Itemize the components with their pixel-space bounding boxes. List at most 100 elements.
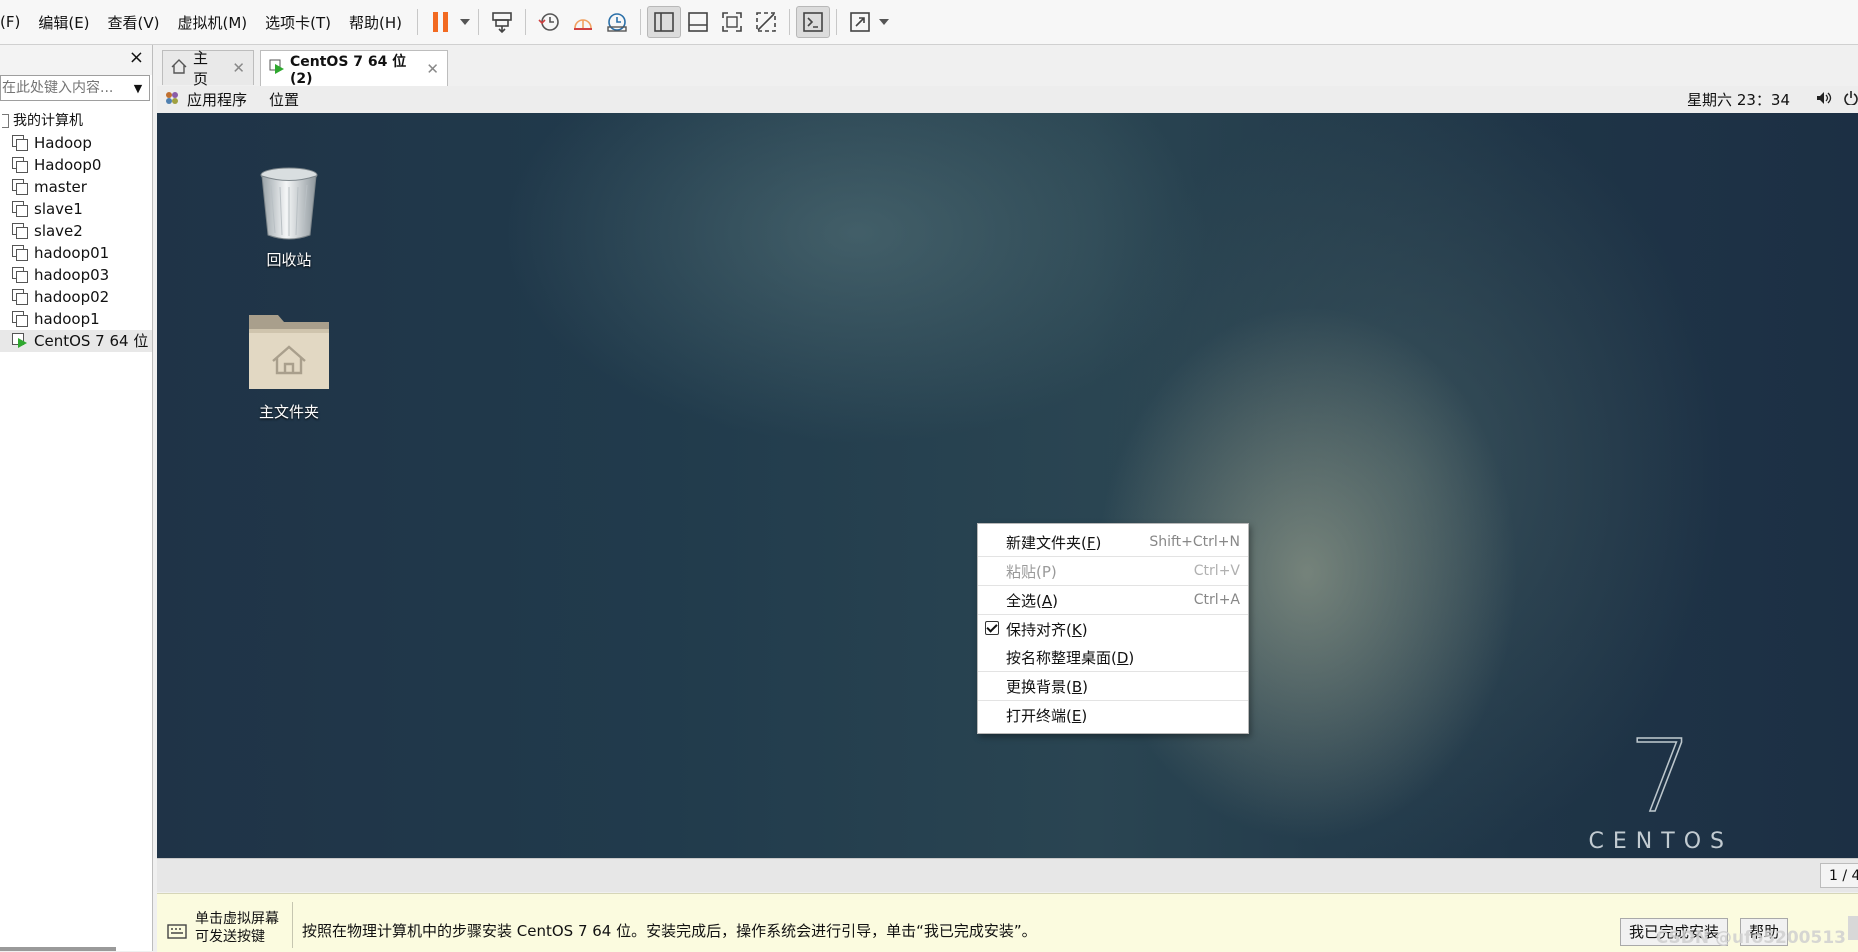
menu-item-label: 打开终端(: [1006, 706, 1072, 725]
library-header: ×: [0, 45, 152, 75]
menu-item-new-folder[interactable]: 新建文件夹(F) Shift+Ctrl+N: [978, 528, 1248, 556]
menu-item-change-background[interactable]: 更换背景(B): [978, 672, 1248, 700]
toolbar-divider: [836, 9, 838, 35]
desktop-context-menu: 新建文件夹(F) Shift+Ctrl+N 粘贴(P) Ctrl+V 全选(A)…: [977, 523, 1249, 734]
tree-item-hadoop02[interactable]: hadoop02: [0, 286, 152, 308]
menu-help[interactable]: 帮助(H): [340, 12, 411, 33]
tree-item-label: Hadoop: [34, 134, 92, 152]
vm-icon: [12, 267, 28, 283]
send-keys-icon[interactable]: [485, 6, 519, 38]
menubar: (F) 编辑(E) 查看(V) 虚拟机(M) 选项卡(T) 帮助(H): [0, 0, 1858, 45]
desktop-icon-trash[interactable]: 回收站: [229, 165, 349, 270]
menu-item-organize-by-name[interactable]: 按名称整理桌面(D): [978, 643, 1248, 671]
tree-item-hadoop01[interactable]: hadoop01: [0, 242, 152, 264]
menu-item-paste[interactable]: 粘贴(P) Ctrl+V: [978, 557, 1248, 585]
toolbar-divider: [789, 9, 791, 35]
volume-icon[interactable]: [1816, 91, 1832, 109]
hint-click-info: 单击虚拟屏幕 可发送按键: [195, 910, 279, 946]
menu-item-keep-aligned[interactable]: 保持对齐(K): [978, 615, 1248, 643]
chevron-down-icon[interactable]: ▼: [128, 82, 148, 95]
tree-expander-icon[interactable]: [2, 114, 9, 128]
view-thumbnail-icon[interactable]: [681, 6, 715, 38]
menu-view[interactable]: 查看(V): [99, 12, 169, 33]
tree-item-label: hadoop01: [34, 244, 110, 262]
vm-icon: [12, 201, 28, 217]
menu-item-shortcut: Shift+Ctrl+N: [1149, 534, 1240, 550]
tab-home[interactable]: 主页 ✕: [162, 49, 254, 88]
checkbox-checked-icon[interactable]: [985, 621, 999, 635]
guest-desktop[interactable]: 回收站 主文件夹 7 CENTOS: [157, 113, 1858, 858]
menu-vm[interactable]: 虚拟机(M): [169, 12, 257, 33]
menu-tabs[interactable]: 选项卡(T): [256, 12, 340, 33]
watermark: CSDN @ufo5200513: [1655, 928, 1846, 948]
menu-item-select-all[interactable]: 全选(A) Ctrl+A: [978, 586, 1248, 614]
vm-running-icon: [269, 59, 285, 79]
tree-item-slave2[interactable]: slave2: [0, 220, 152, 242]
guest-top-panel: 应用程序 位置 星期六 23：34: [157, 86, 1858, 113]
stretch-icon[interactable]: [843, 6, 877, 38]
hint-message: 按照在物理计算机中的步骤安装 CentOS 7 64 位。安装完成后，操作系统会…: [302, 922, 1037, 940]
menu-item-label: 全选(: [1006, 591, 1042, 610]
chevron-down-icon[interactable]: [877, 19, 891, 25]
tree-item-hadoop0[interactable]: Hadoop0: [0, 154, 152, 176]
tab-centos[interactable]: CentOS 7 64 位 (2) ✕: [260, 50, 448, 87]
clock[interactable]: 星期六 23：34: [1687, 89, 1790, 110]
search-input[interactable]: [1, 80, 128, 96]
tree-item-label: master: [34, 178, 87, 196]
snapshot-take-icon[interactable]: [532, 6, 566, 38]
applications-icon: [165, 91, 179, 109]
workspace-indicator[interactable]: 1 / 4: [1820, 863, 1858, 888]
close-icon[interactable]: ✕: [232, 59, 245, 77]
library-search: ▼: [0, 75, 150, 101]
menu-file[interactable]: (F): [0, 13, 29, 31]
tree-item-master[interactable]: master: [0, 176, 152, 198]
menu-item-open-terminal[interactable]: 打开终端(E): [978, 701, 1248, 729]
chevron-down-icon[interactable]: [458, 19, 472, 25]
tree-item-hadoop[interactable]: Hadoop: [0, 132, 152, 154]
places-menu[interactable]: 位置: [269, 89, 299, 110]
toolbar-divider: [525, 9, 527, 35]
snapshot-revert-icon[interactable]: [566, 6, 600, 38]
menu-item-mnemonic: A: [1041, 591, 1053, 610]
vertical-scrollbar[interactable]: [1848, 916, 1858, 940]
keyboard-icon: [167, 922, 187, 944]
tab-label: CentOS 7 64 位 (2): [290, 54, 407, 87]
menu-item-label: 新建文件夹(: [1006, 533, 1087, 552]
menu-item-shortcut: Ctrl+V: [1193, 563, 1240, 579]
tab-label: 主页: [193, 49, 209, 88]
tree-item-label: slave1: [34, 200, 83, 218]
vm-icon: [12, 289, 28, 305]
view-library-icon[interactable]: [647, 6, 682, 38]
horizontal-scrollbar[interactable]: [0, 947, 116, 951]
tree-item-centos[interactable]: CentOS 7 64 位: [0, 330, 152, 352]
toolbar-divider: [417, 9, 419, 35]
pause-icon[interactable]: [424, 6, 458, 38]
power-icon[interactable]: [1844, 90, 1858, 109]
vm-icon: [12, 311, 28, 327]
home-folder-icon: [229, 309, 349, 397]
menu-item-mnemonic: F: [1086, 533, 1096, 552]
menu-item-label: 按名称整理桌面(: [1006, 648, 1117, 667]
tree-root[interactable]: 我的计算机: [0, 110, 152, 132]
menu-edit[interactable]: 编辑(E): [29, 12, 98, 33]
close-icon[interactable]: ×: [129, 47, 144, 68]
desktop-icon-home[interactable]: 主文件夹: [229, 309, 349, 422]
home-icon: [171, 58, 187, 78]
applications-menu[interactable]: 应用程序: [187, 89, 247, 110]
tree-item-hadoop1[interactable]: hadoop1: [0, 308, 152, 330]
unity-icon[interactable]: [749, 6, 783, 38]
tree-item-slave1[interactable]: slave1: [0, 198, 152, 220]
snapshot-manager-icon[interactable]: [600, 6, 634, 38]
tree-item-hadoop03[interactable]: hadoop03: [0, 264, 152, 286]
tree-item-label: Hadoop0: [34, 156, 102, 174]
console-icon[interactable]: [796, 6, 831, 38]
centos-seven: 7: [1628, 718, 1693, 835]
fullscreen-icon[interactable]: [715, 6, 749, 38]
tree-item-label: hadoop03: [34, 266, 110, 284]
menu-item-mnemonic: D: [1116, 648, 1129, 667]
close-icon[interactable]: ✕: [426, 60, 439, 78]
vm-icon: [12, 157, 28, 173]
vm-icon: [12, 245, 28, 261]
menu-item-label: 粘贴(P): [1006, 562, 1057, 581]
centos-logo: 7 CENTOS: [1589, 718, 1733, 854]
